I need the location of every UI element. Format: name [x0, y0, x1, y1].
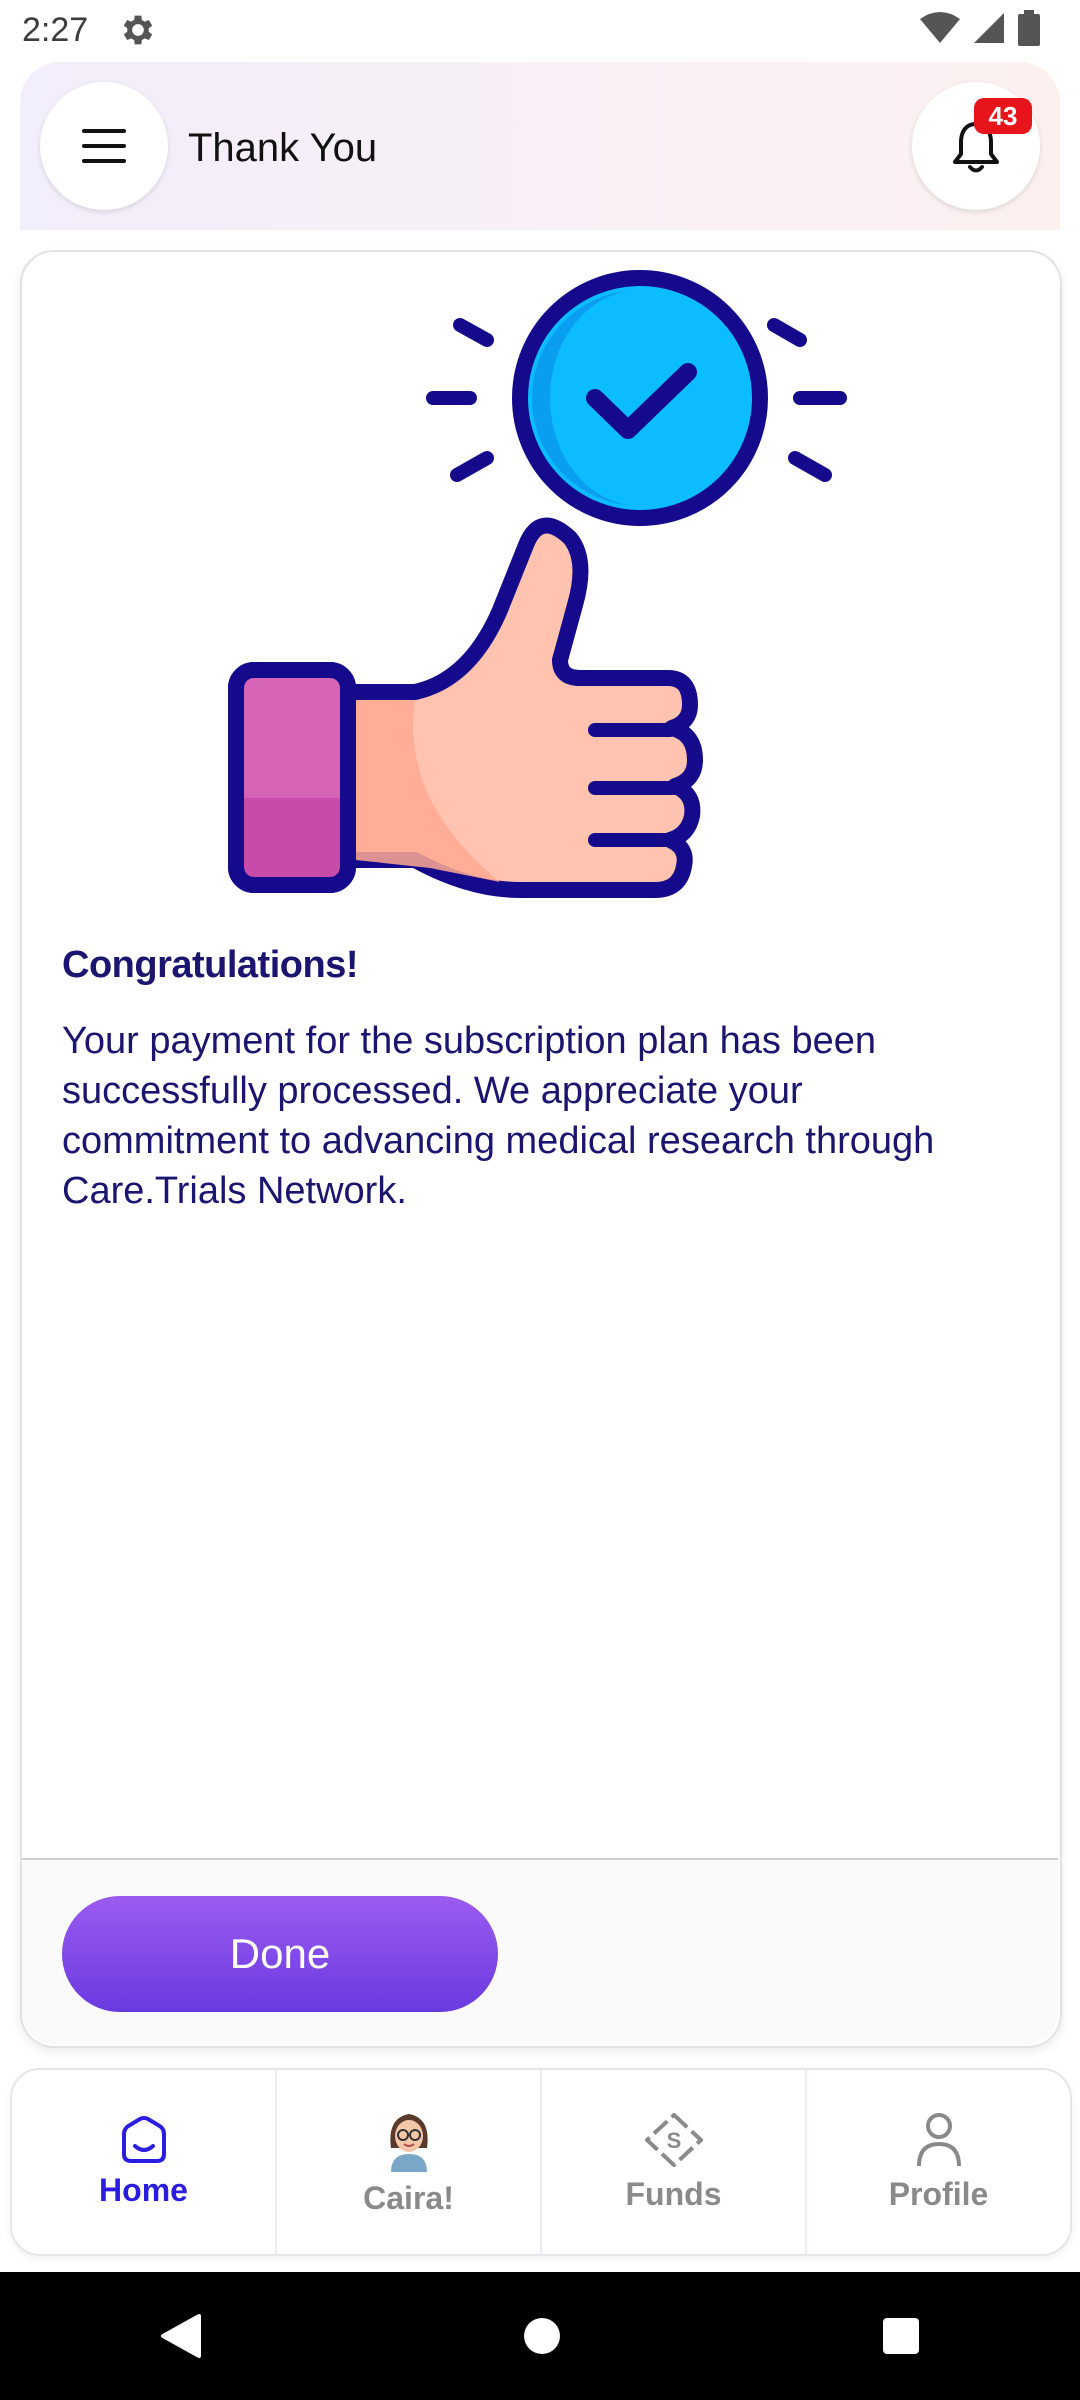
system-navigation-bar: [0, 2272, 1080, 2400]
thumbs-up-check-illustration: [228, 270, 847, 898]
funds-icon: S: [644, 2112, 703, 2167]
nav-item-profile[interactable]: Profile: [807, 2070, 1070, 2254]
recents-square-icon[interactable]: [881, 2316, 921, 2356]
nav-item-caira[interactable]: Caira!: [277, 2070, 542, 2254]
nav-label-funds: Funds: [625, 2175, 722, 2212]
home-icon: [121, 2115, 166, 2163]
caira-avatar: [389, 2113, 428, 2172]
congratulations-heading: Congratulations!: [62, 944, 358, 986]
notification-badge: 43: [974, 98, 1032, 134]
settings-gear-icon: [118, 10, 158, 50]
nav-label-caira: Caira!: [363, 2179, 454, 2216]
app-header: [20, 62, 1060, 230]
status-icons: [920, 10, 1040, 46]
nav-item-home[interactable]: Home: [12, 2070, 277, 2254]
nav-label-profile: Profile: [888, 2175, 989, 2212]
status-time: 2:27: [22, 11, 89, 49]
menu-button[interactable]: [40, 82, 168, 210]
back-icon[interactable]: [159, 2312, 203, 2360]
bottom-navigation: Home Caira! S Funds Profile: [10, 2068, 1072, 2256]
payment-success-message: Your payment for the subscription plan h…: [62, 1020, 935, 1212]
page-title: Thank You: [188, 126, 378, 170]
battery-icon: [1018, 10, 1040, 46]
nav-item-funds[interactable]: S Funds: [542, 2070, 807, 2254]
signal-icon: [974, 13, 1004, 43]
nav-label-home: Home: [99, 2171, 188, 2208]
svg-text:S: S: [666, 2128, 681, 2153]
wifi-icon: [920, 12, 960, 43]
home-circle-icon[interactable]: [522, 2316, 562, 2356]
done-button[interactable]: Done: [62, 1896, 498, 2012]
profile-icon: [916, 2112, 961, 2166]
hamburger-menu-icon: [82, 129, 126, 163]
